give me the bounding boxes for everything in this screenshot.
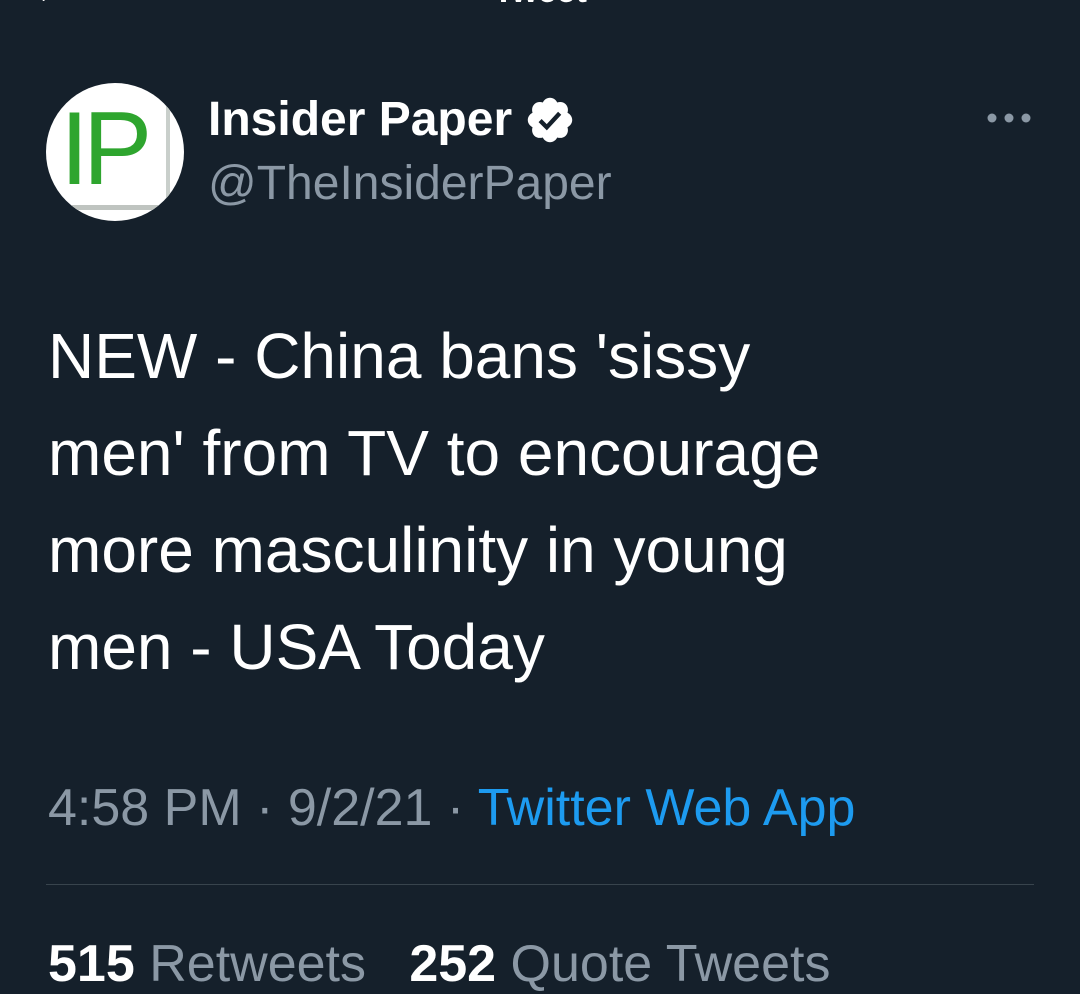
avatar-page-side xyxy=(166,103,170,208)
quotes-count[interactable]: 252 xyxy=(409,935,496,993)
author-name-row[interactable]: Insider Paper xyxy=(208,90,576,150)
avatar[interactable]: IP xyxy=(46,83,184,221)
quotes-label[interactable]: Quote Tweets xyxy=(511,935,831,993)
tweet-stats: 515 Retweets 252 Quote Tweets xyxy=(48,934,830,994)
tweet-date[interactable]: 9/2/21 xyxy=(288,779,433,837)
tweet-source-link[interactable]: Twitter Web App xyxy=(478,779,856,837)
tweet-text: NEW - China bans 'sissy men' from TV to … xyxy=(48,308,1048,696)
more-options-icon[interactable] xyxy=(986,108,1032,128)
tweet-meta: 4:58 PM · 9/2/21 · Twitter Web App xyxy=(48,778,855,838)
author-handle[interactable]: @TheInsiderPaper xyxy=(208,160,612,208)
divider xyxy=(46,884,1034,885)
tweet-time[interactable]: 4:58 PM xyxy=(48,779,242,837)
top-navigation-bar: ← Tweet xyxy=(0,0,1080,12)
tweet-text-line: NEW - China bans 'sissy xyxy=(48,320,751,392)
tweet-text-line: men' from TV to encourage xyxy=(48,417,821,489)
page-title: Tweet xyxy=(0,0,1080,8)
tweet-text-line: men - USA Today xyxy=(48,611,545,683)
retweets-label[interactable]: Retweets xyxy=(149,935,366,993)
author-display-name[interactable]: Insider Paper xyxy=(208,96,512,144)
tweet-text-line: more masculinity in young xyxy=(48,514,788,586)
retweets-count[interactable]: 515 xyxy=(48,935,135,993)
avatar-logo: IP xyxy=(60,91,152,207)
meta-separator: · xyxy=(256,779,274,837)
verified-badge-icon xyxy=(527,97,573,143)
meta-separator: · xyxy=(446,779,465,837)
